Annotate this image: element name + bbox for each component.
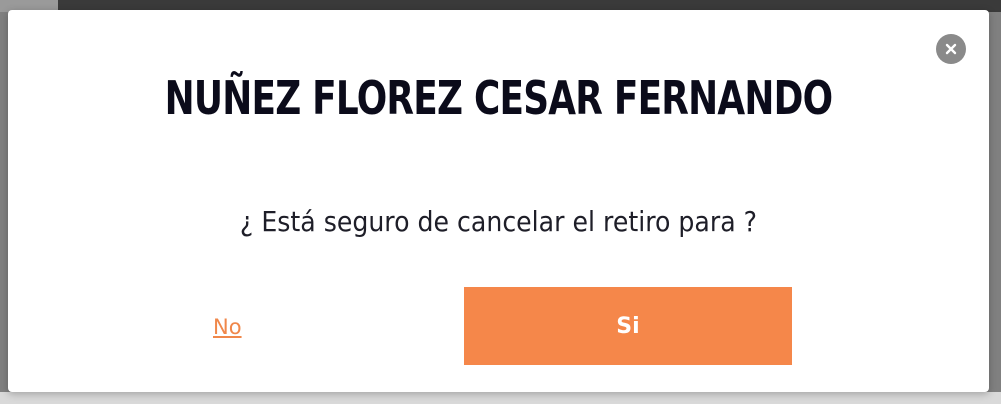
yes-button[interactable]: Si (464, 287, 792, 365)
confirmation-dialog: NUÑEZ FLOREZ CESAR FERNANDO ¿ Está segur… (8, 10, 989, 392)
dialog-title: NUÑEZ FLOREZ CESAR FERNANDO (164, 71, 834, 125)
close-icon (945, 40, 957, 59)
close-button[interactable] (936, 34, 966, 64)
no-link[interactable]: No (213, 312, 242, 342)
background-footer-strip (0, 392, 1001, 404)
dialog-message: ¿ Está seguro de cancelar el retiro para… (239, 205, 758, 238)
